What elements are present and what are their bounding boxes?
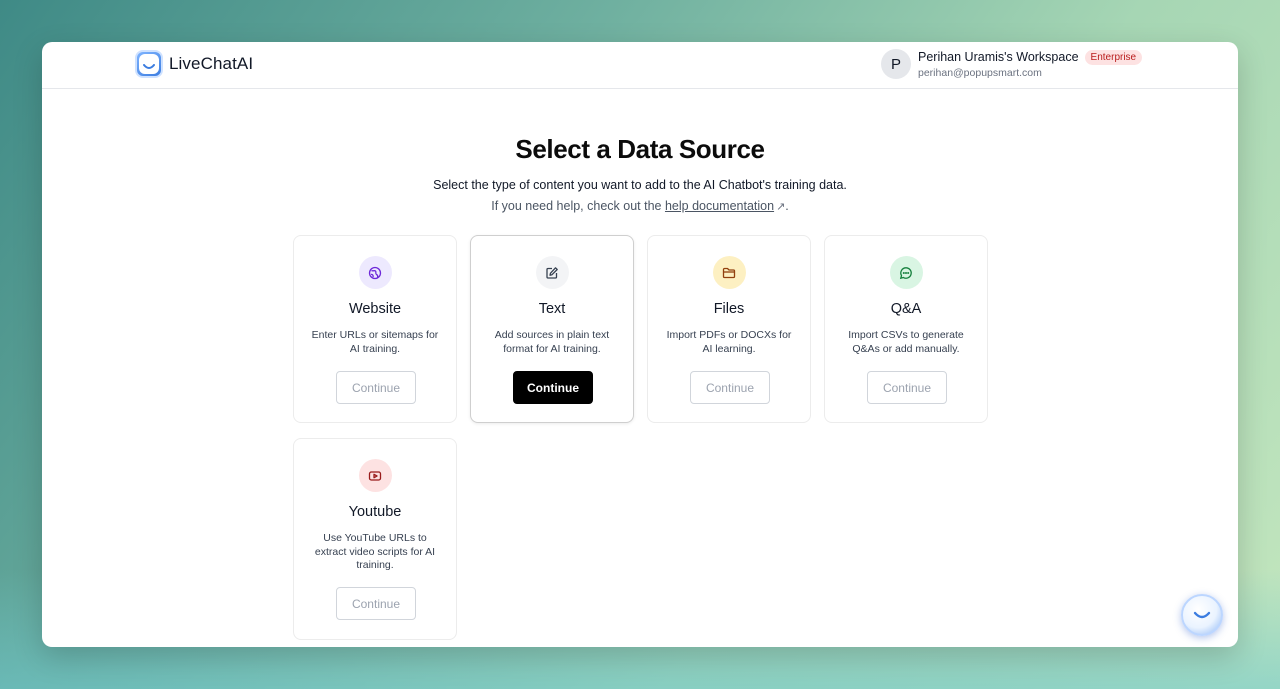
card-title: Text bbox=[538, 301, 566, 317]
chat-bubble-icon bbox=[889, 256, 923, 289]
page-subtitle: Select the type of content you want to a… bbox=[433, 178, 847, 192]
account-email: perihan@popupsmart.com bbox=[918, 66, 1042, 79]
workspace-name: Perihan Uramis's Workspace bbox=[918, 50, 1079, 64]
card-description: Enter URLs or sitemaps for AI training. bbox=[311, 329, 439, 355]
source-card-text[interactable]: Text Add sources in plain text format fo… bbox=[470, 235, 634, 423]
account-menu[interactable]: P Perihan Uramis's Workspace Enterprise … bbox=[881, 49, 1143, 79]
text-continue-button[interactable]: Continue bbox=[513, 371, 593, 404]
card-title: Files bbox=[713, 301, 745, 317]
help-text: If you need help, check out the help doc… bbox=[42, 199, 1238, 213]
card-description: Use YouTube URLs to extract video script… bbox=[314, 532, 436, 571]
card-title: Youtube bbox=[348, 504, 402, 520]
avatar: P bbox=[881, 49, 911, 79]
top-bar: LiveChatAI P Perihan Uramis's Workspace … bbox=[42, 42, 1238, 89]
files-continue-button[interactable]: Continue bbox=[690, 371, 770, 404]
card-description: Add sources in plain text format for AI … bbox=[494, 329, 610, 355]
brand-logo[interactable]: LiveChatAI bbox=[135, 50, 253, 78]
smile-icon bbox=[1193, 611, 1211, 618]
edit-icon bbox=[535, 256, 569, 289]
play-icon bbox=[358, 459, 392, 492]
plan-badge: Enterprise bbox=[1084, 49, 1143, 65]
youtube-continue-button[interactable]: Continue bbox=[336, 587, 416, 620]
source-card-website[interactable]: Website Enter URLs or sitemaps for AI tr… bbox=[293, 235, 457, 423]
help-suffix: . bbox=[785, 199, 789, 213]
help-documentation-link[interactable]: help documentation bbox=[665, 199, 774, 213]
source-card-qa[interactable]: Q&A Import CSVs to generate Q&As or add … bbox=[824, 235, 988, 423]
qa-continue-button[interactable]: Continue bbox=[867, 371, 947, 404]
card-title: Website bbox=[348, 301, 402, 317]
source-card-files[interactable]: Files Import PDFs or DOCXs for AI learni… bbox=[647, 235, 811, 423]
source-card-youtube[interactable]: Youtube Use YouTube URLs to extract vide… bbox=[293, 438, 457, 640]
globe-icon bbox=[358, 256, 392, 289]
app-window: LiveChatAI P Perihan Uramis's Workspace … bbox=[42, 42, 1238, 647]
card-description: Import CSVs to generate Q&As or add manu… bbox=[848, 329, 964, 355]
card-description: Import PDFs or DOCXs for AI learning. bbox=[666, 329, 792, 355]
external-link-icon: ↗ bbox=[776, 201, 786, 213]
livechatai-logo-icon bbox=[135, 50, 163, 78]
card-title: Q&A bbox=[890, 301, 922, 317]
page-title: Select a Data Source bbox=[515, 134, 765, 164]
folder-icon bbox=[712, 256, 746, 289]
help-prefix: If you need help, check out the bbox=[491, 199, 662, 213]
brand-name: LiveChatAI bbox=[169, 54, 254, 73]
chat-widget-button[interactable] bbox=[1181, 594, 1223, 636]
website-continue-button[interactable]: Continue bbox=[336, 371, 416, 404]
